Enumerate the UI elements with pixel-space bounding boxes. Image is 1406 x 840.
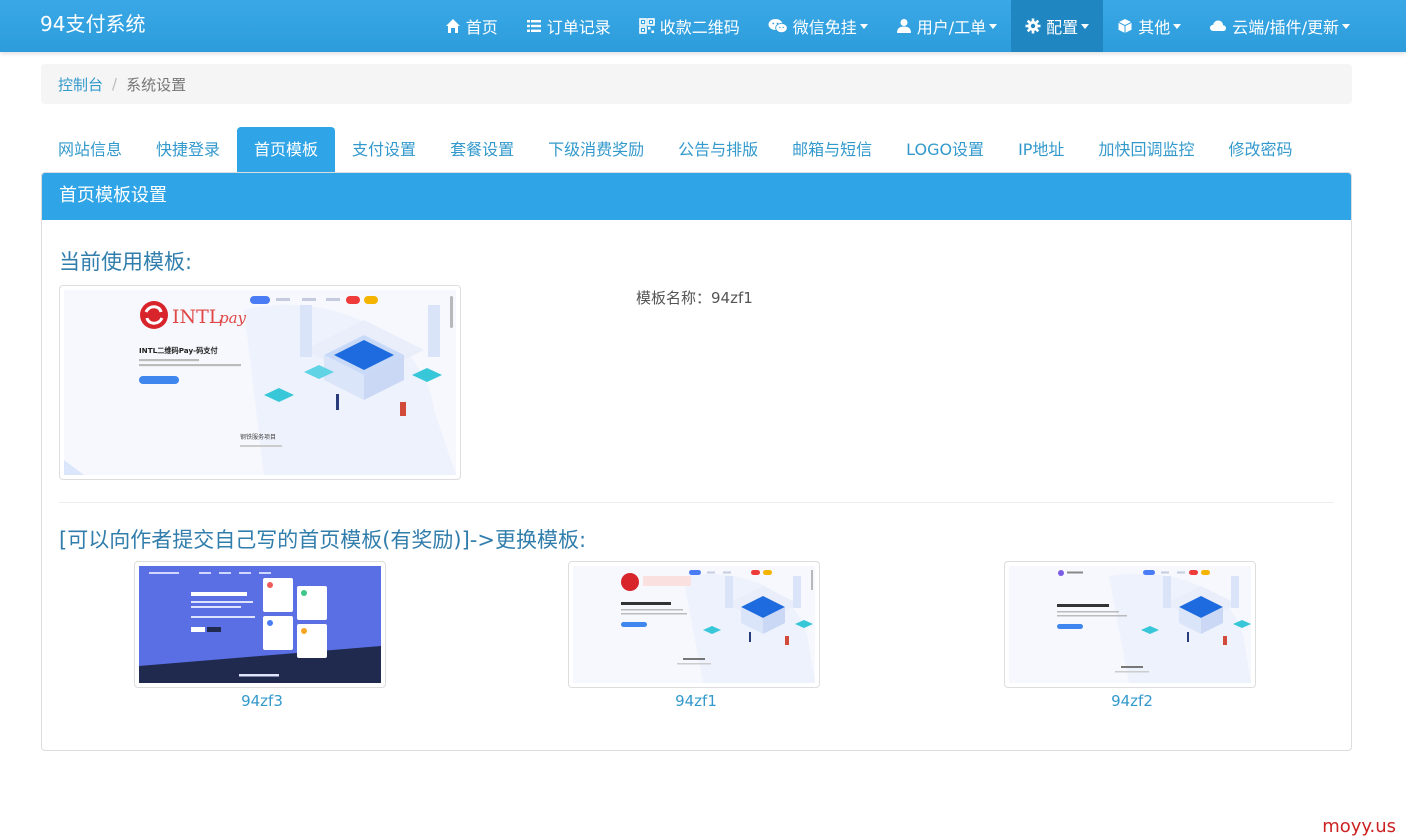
chevron-down-icon: [1173, 23, 1182, 29]
tab-email-sms[interactable]: 邮箱与短信: [775, 127, 889, 172]
template-option-94zf3[interactable]: 94zf3: [134, 561, 390, 710]
chevron-down-icon: [1081, 23, 1090, 29]
qrcode-icon: [638, 18, 655, 34]
preview-logo-text: INTL: [172, 306, 222, 328]
home-icon: [445, 18, 461, 34]
breadcrumb: 控制台 / 系统设置: [41, 64, 1352, 104]
nav-users[interactable]: 用户/工单: [882, 0, 1011, 52]
tab-announcement-layout[interactable]: 公告与排版: [661, 127, 775, 172]
template-thumbnail-image: [1009, 566, 1251, 683]
template-name-link[interactable]: 94zf3: [134, 692, 390, 710]
tab-package-settings[interactable]: 套餐设置: [433, 127, 531, 172]
breadcrumb-separator: /: [112, 75, 118, 93]
change-template-heading: [可以向作者提交自己写的首页模板(有奖励)]->更换模板:: [59, 528, 587, 552]
chevron-down-icon: [1342, 23, 1350, 29]
tab-site-info[interactable]: 网站信息: [41, 127, 139, 172]
nav-label: 首页: [465, 18, 498, 37]
nav-home[interactable]: 首页: [431, 0, 512, 52]
tab-change-password[interactable]: 修改密码: [1211, 127, 1309, 172]
wechat-icon: [768, 18, 788, 34]
preview-logo-suffix: pay: [219, 309, 247, 327]
settings-tabs: 网站信息 快捷登录 首页模板 支付设置 套餐设置 下级消费奖励 公告与排版 邮箱…: [41, 127, 1309, 172]
template-option-94zf2[interactable]: 94zf2: [1004, 561, 1260, 710]
tab-logo-settings[interactable]: LOGO设置: [889, 127, 1001, 172]
template-preview-image: INTL pay INTL二维码Pay-码支付 钢铁服务项目: [64, 290, 456, 475]
tab-quick-login[interactable]: 快捷登录: [139, 127, 237, 172]
nav-config[interactable]: 配置: [1011, 0, 1104, 52]
current-template-name: 模板名称：94zf1: [636, 289, 753, 307]
tab-referral-reward[interactable]: 下级消费奖励: [531, 127, 661, 172]
nav-other[interactable]: 其他: [1103, 0, 1195, 52]
tab-ip-address[interactable]: IP地址: [1001, 127, 1081, 172]
template-thumbnail-image: [139, 566, 381, 683]
list-icon: [526, 18, 542, 34]
chevron-down-icon: [989, 23, 998, 29]
chevron-down-icon: [859, 23, 868, 29]
template-thumbnail[interactable]: [1004, 561, 1256, 688]
nav-label: 其他: [1138, 18, 1171, 37]
current-template-preview: INTL pay INTL二维码Pay-码支付 钢铁服务项目: [59, 285, 461, 480]
nav-qrcode[interactable]: 收款二维码: [625, 0, 754, 52]
template-thumbnail[interactable]: [134, 561, 386, 688]
panel-title: 首页模板设置: [42, 173, 1351, 220]
preview-headline: INTL二维码Pay-码支付: [139, 346, 218, 355]
nav-label: 订单记录: [546, 18, 611, 37]
brand-title[interactable]: 94支付系统: [40, 0, 145, 48]
nav-label: 配置: [1046, 18, 1079, 37]
breadcrumb-current: 系统设置: [126, 75, 187, 94]
nav-label: 云端/插件/更新: [1232, 18, 1339, 37]
watermark: moyy.us: [1322, 816, 1396, 837]
nav-orders[interactable]: 订单记录: [512, 0, 625, 52]
section-divider: [59, 502, 1334, 503]
nav-label: 微信免挂: [792, 18, 857, 37]
template-thumbnail-image: [573, 566, 815, 683]
breadcrumb-home-link[interactable]: 控制台: [58, 74, 103, 95]
tab-payment-settings[interactable]: 支付设置: [335, 127, 433, 172]
template-option-94zf1[interactable]: 94zf1: [568, 561, 824, 710]
cube-icon: [1117, 18, 1133, 34]
nav-cloud[interactable]: 云端/插件/更新: [1195, 0, 1364, 52]
nav-label: 用户/工单: [916, 18, 987, 37]
template-name-link[interactable]: 94zf1: [568, 692, 824, 710]
template-name-link[interactable]: 94zf2: [1004, 692, 1260, 710]
main-nav: 首页 订单记录 收款二维码 微信免挂 用户/工单 配置 其他 云端/插件/更新: [431, 0, 1364, 52]
cloud-icon: [1209, 19, 1227, 33]
user-icon: [896, 18, 912, 34]
nav-wechat[interactable]: 微信免挂: [754, 0, 882, 52]
template-settings-panel: 首页模板设置 当前使用模板: INTL pay INTL二维码Pay-码支付 钢…: [41, 172, 1352, 751]
preview-footer-text: 钢铁服务项目: [240, 433, 276, 441]
gear-icon: [1025, 18, 1041, 34]
current-template-heading: 当前使用模板:: [59, 250, 193, 274]
tab-homepage-template[interactable]: 首页模板: [237, 127, 336, 172]
template-thumbnail[interactable]: [568, 561, 820, 688]
nav-label: 收款二维码: [659, 18, 740, 37]
top-navbar: 94支付系统 首页 订单记录 收款二维码 微信免挂 用户/工单 配置 其他 云端…: [0, 0, 1406, 52]
tab-callback-monitor[interactable]: 加快回调监控: [1081, 127, 1211, 172]
